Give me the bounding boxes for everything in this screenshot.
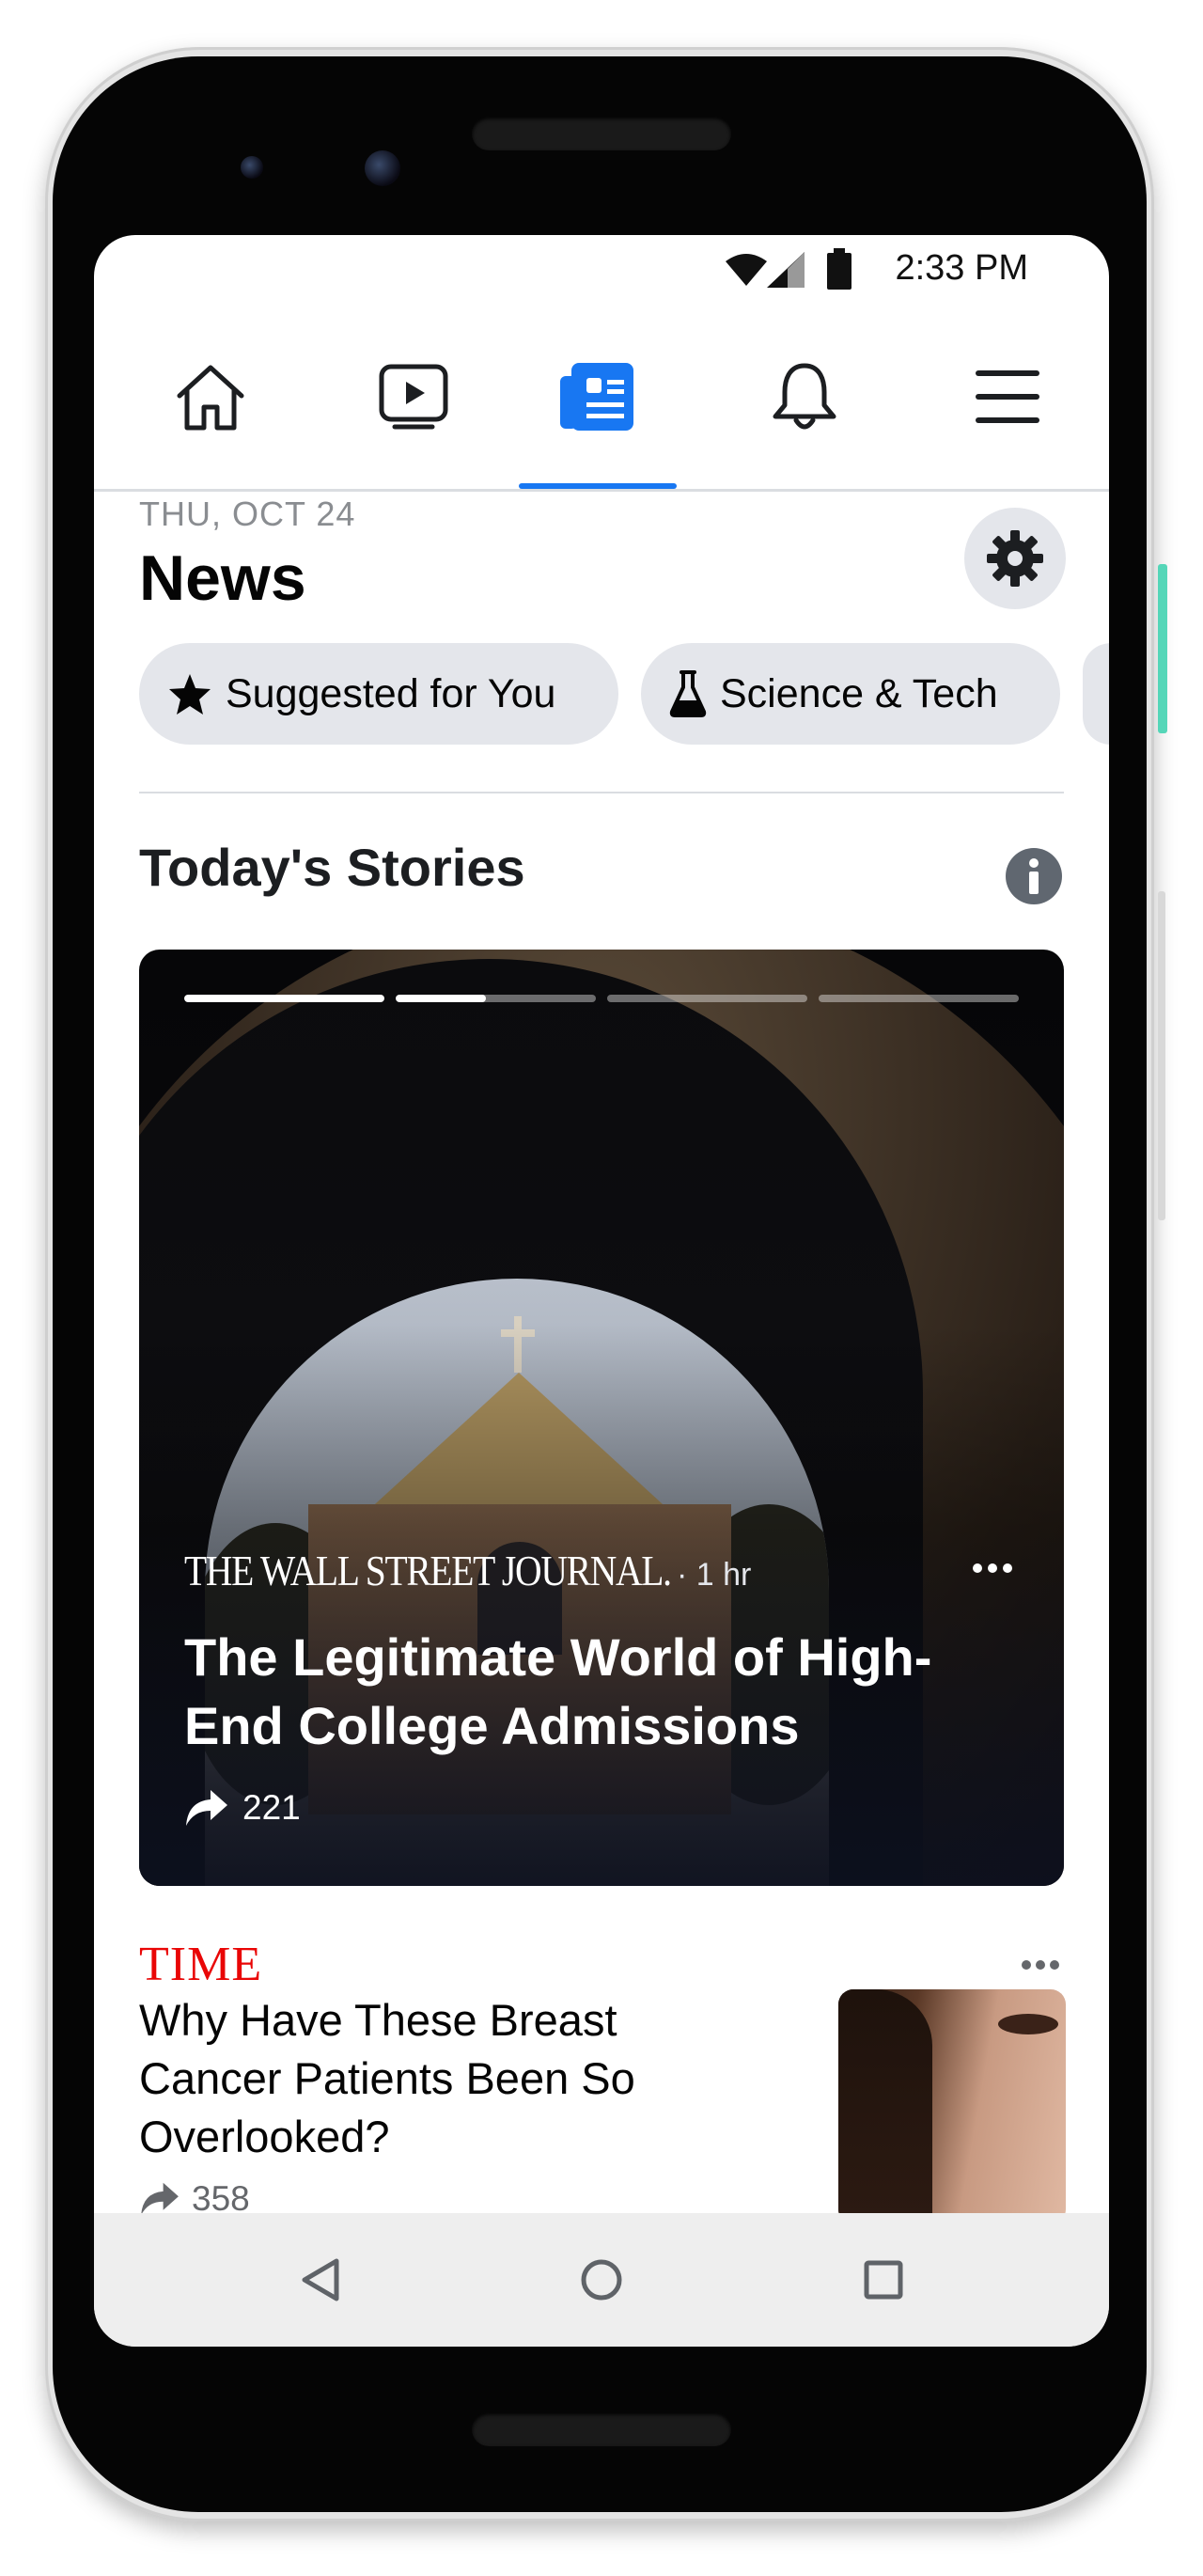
story-progress-segment [184, 995, 384, 1002]
notifications-bell-icon [773, 363, 836, 430]
share-arrow-icon [141, 2182, 179, 2216]
story-progress-segment [396, 995, 596, 1002]
info-icon[interactable] [1006, 848, 1062, 904]
gear-icon [987, 530, 1043, 587]
more-options-icon[interactable] [1021, 1959, 1060, 1971]
story-thumbnail[interactable] [838, 1989, 1066, 2224]
chip-science-tech[interactable]: Science & Tech [641, 643, 1060, 745]
home-circle-icon [581, 2259, 622, 2301]
wifi-icon [726, 254, 767, 286]
story-progress [184, 995, 1019, 1002]
settings-button[interactable] [964, 508, 1066, 609]
screen: 2:33 PM THU, OCT 24 News Suggested for Y… [94, 235, 1109, 2347]
tab-home[interactable] [109, 305, 312, 489]
publisher-logo: THE WALL STREET JOURNAL. [184, 1547, 672, 1594]
tab-notifications[interactable] [703, 305, 906, 489]
power-button [1158, 564, 1167, 733]
system-navigation-bar [94, 2213, 1109, 2347]
story-headline[interactable]: Why Have These Breast Cancer Patients Be… [139, 1991, 665, 2166]
active-tab-indicator [519, 483, 677, 489]
flask-icon [669, 670, 707, 717]
story-headline[interactable]: The Legitimate World of High-End College… [184, 1623, 992, 1760]
story-progress-segment [607, 995, 807, 1002]
recents-button[interactable] [827, 2213, 940, 2347]
news-icon [560, 363, 633, 431]
tab-menu[interactable] [906, 305, 1109, 489]
tab-news[interactable] [496, 305, 699, 489]
page-title: News [139, 542, 306, 614]
share-count: 221 [184, 1788, 301, 1828]
share-count-value: 221 [242, 1788, 301, 1827]
story-time: · 1 hr [677, 1557, 752, 1593]
status-time: 2:33 PM [895, 248, 1028, 288]
signal-icon [767, 252, 805, 288]
watch-icon [379, 364, 448, 430]
menu-icon [976, 370, 1039, 423]
more-options-icon[interactable] [972, 1563, 1013, 1574]
story-progress-segment [819, 995, 1019, 1002]
volume-button [1158, 891, 1165, 1220]
tab-watch[interactable] [312, 305, 515, 489]
category-chips: Suggested for You Science & Tech [139, 643, 1109, 746]
sensor-dot [241, 156, 263, 179]
star-icon [167, 672, 212, 715]
chip-label: Science & Tech [720, 670, 998, 716]
divider [139, 792, 1064, 793]
home-icon [177, 365, 244, 431]
recents-icon [864, 2260, 903, 2300]
bottom-speaker [472, 2412, 731, 2446]
story-meta: THE WALL STREET JOURNAL. · 1 hr [184, 1546, 751, 1595]
front-camera [365, 150, 400, 186]
chip-more-partial[interactable] [1083, 643, 1109, 745]
chip-label: Suggested for You [226, 670, 556, 716]
back-button[interactable] [263, 2213, 376, 2347]
earpiece-speaker [472, 117, 731, 150]
back-icon [302, 2258, 339, 2301]
section-title: Today's Stories [139, 838, 525, 897]
story-card[interactable]: THE WALL STREET JOURNAL. · 1 hr The Legi… [139, 950, 1064, 1886]
chip-suggested-for-you[interactable]: Suggested for You [139, 643, 618, 745]
home-button[interactable] [545, 2213, 658, 2347]
date-label: THU, OCT 24 [139, 495, 356, 533]
status-bar: 2:33 PM [94, 235, 1109, 305]
top-nav [94, 305, 1109, 492]
share-arrow-icon [186, 1790, 227, 1826]
publisher-logo: TIME [139, 1938, 263, 1991]
battery-icon [827, 248, 851, 290]
